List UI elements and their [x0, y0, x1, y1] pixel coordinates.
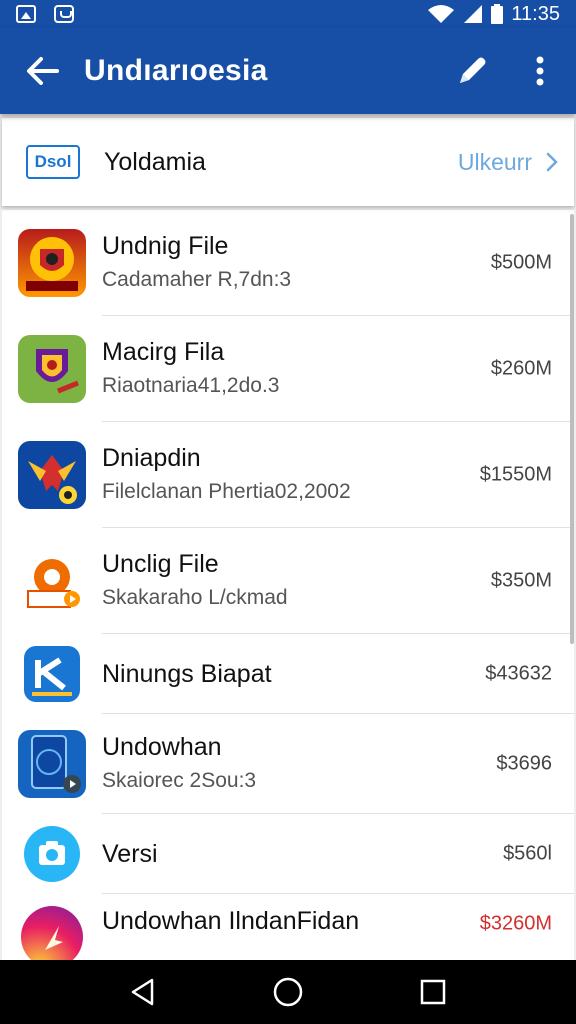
more-vert-icon [536, 56, 544, 86]
item-size: $3696 [496, 752, 552, 775]
item-size: $500M [490, 251, 552, 274]
item-size: $3260M [479, 912, 552, 935]
back-button[interactable] [0, 28, 84, 114]
arrow-back-icon [27, 57, 59, 85]
pencil-icon [460, 57, 486, 83]
nav-recents-button[interactable] [403, 962, 463, 1022]
list-item[interactable]: Versi $560l [2, 814, 574, 894]
eagle-app-icon [18, 441, 86, 509]
list-item[interactable]: Ninungs Biapat $43632 [2, 634, 574, 714]
filter-action-link[interactable]: Ulkeurr [458, 149, 558, 176]
scrollbar[interactable] [570, 214, 574, 644]
item-size: $1550M [479, 463, 552, 486]
wifi-icon [428, 5, 455, 23]
filter-action-label: Ulkeurr [457, 148, 532, 175]
filter-card[interactable]: Dsol Yoldamia Ulkeurr [2, 118, 574, 206]
item-size: $560l [503, 842, 552, 865]
triangle-back-icon [131, 978, 153, 1006]
home-circle-icon [273, 977, 303, 1007]
clock: 11:35 [511, 2, 560, 25]
item-size: $43632 [485, 662, 552, 685]
gear-app-icon [18, 547, 86, 615]
battery-icon [491, 4, 504, 24]
camera-app-icon [24, 826, 80, 882]
page-title: Undıarıoesia [84, 54, 268, 87]
list-item[interactable]: Unclig File Skakaraho L/ckmad $350M [2, 528, 574, 634]
store-notification-icon [54, 5, 74, 23]
system-status: 11:35 [427, 3, 560, 26]
edit-button[interactable] [440, 28, 504, 114]
list-item[interactable]: Undowhan IlndanFidan $3260M [2, 894, 574, 960]
phone-app-icon [18, 730, 86, 798]
k-app-icon [24, 646, 80, 702]
item-size: $260M [490, 357, 552, 380]
sun-shield-app-icon [18, 229, 86, 297]
crest-app-icon [18, 335, 86, 403]
chevron-right-icon [546, 152, 558, 172]
recents-square-icon [421, 979, 446, 1005]
filter-badge: Dsol [26, 145, 80, 179]
list-item[interactable]: Macirg Fila Riaotnaria41,2do.3 $260M [2, 316, 574, 422]
image-notification-icon [16, 5, 36, 23]
more-options-button[interactable] [504, 28, 576, 114]
nav-back-button[interactable] [113, 962, 173, 1022]
list-item[interactable]: Undowhan Skaiorec 2Sou:3 $3696 [2, 714, 574, 814]
list-item[interactable]: Undnig File Cadamaher R,7dn:3 $500M [2, 210, 574, 316]
status-bar: 11:35 [0, 0, 576, 28]
file-list: Undnig File Cadamaher R,7dn:3 $500M Maci… [2, 210, 574, 960]
item-size: $350M [490, 569, 552, 592]
filter-title: Yoldamia [104, 147, 206, 176]
navigation-bar [0, 960, 576, 1024]
app-bar: Undıarıoesia [0, 28, 576, 114]
list-item[interactable]: Dniapdin Filelclanan Phertia02,2002 $155… [2, 422, 574, 528]
notification-icons [16, 5, 74, 23]
instagram-app-icon [21, 906, 83, 960]
nav-home-button[interactable] [258, 962, 318, 1022]
signal-icon [464, 5, 483, 23]
